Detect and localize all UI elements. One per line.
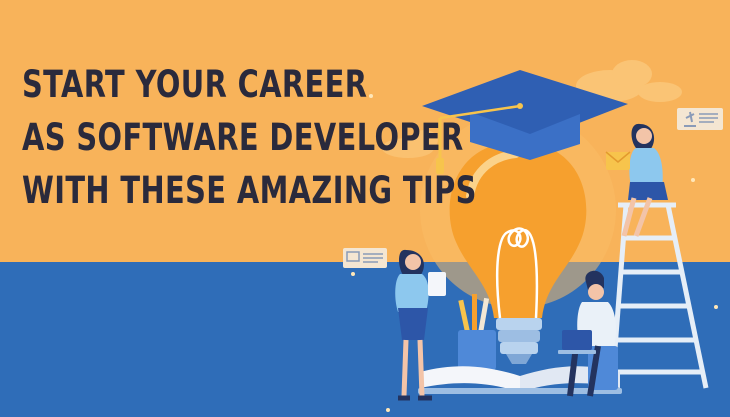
clipboard-icon xyxy=(428,272,446,296)
headline: START YOUR CAREER AS SOFTWARE DEVELOPER … xyxy=(22,58,477,217)
microscope-icon xyxy=(677,108,723,130)
laptop-icon xyxy=(562,330,592,350)
banner: START YOUR CAREER AS SOFTWARE DEVELOPER … xyxy=(0,0,730,417)
headline-line: WITH THESE AMAZING TIPS xyxy=(22,169,477,212)
pencil-cup-icon xyxy=(458,294,496,370)
headline-line: AS SOFTWARE DEVELOPER xyxy=(22,116,464,159)
presentation-board-icon xyxy=(343,248,387,268)
headline-line: START YOUR CAREER xyxy=(22,63,368,106)
